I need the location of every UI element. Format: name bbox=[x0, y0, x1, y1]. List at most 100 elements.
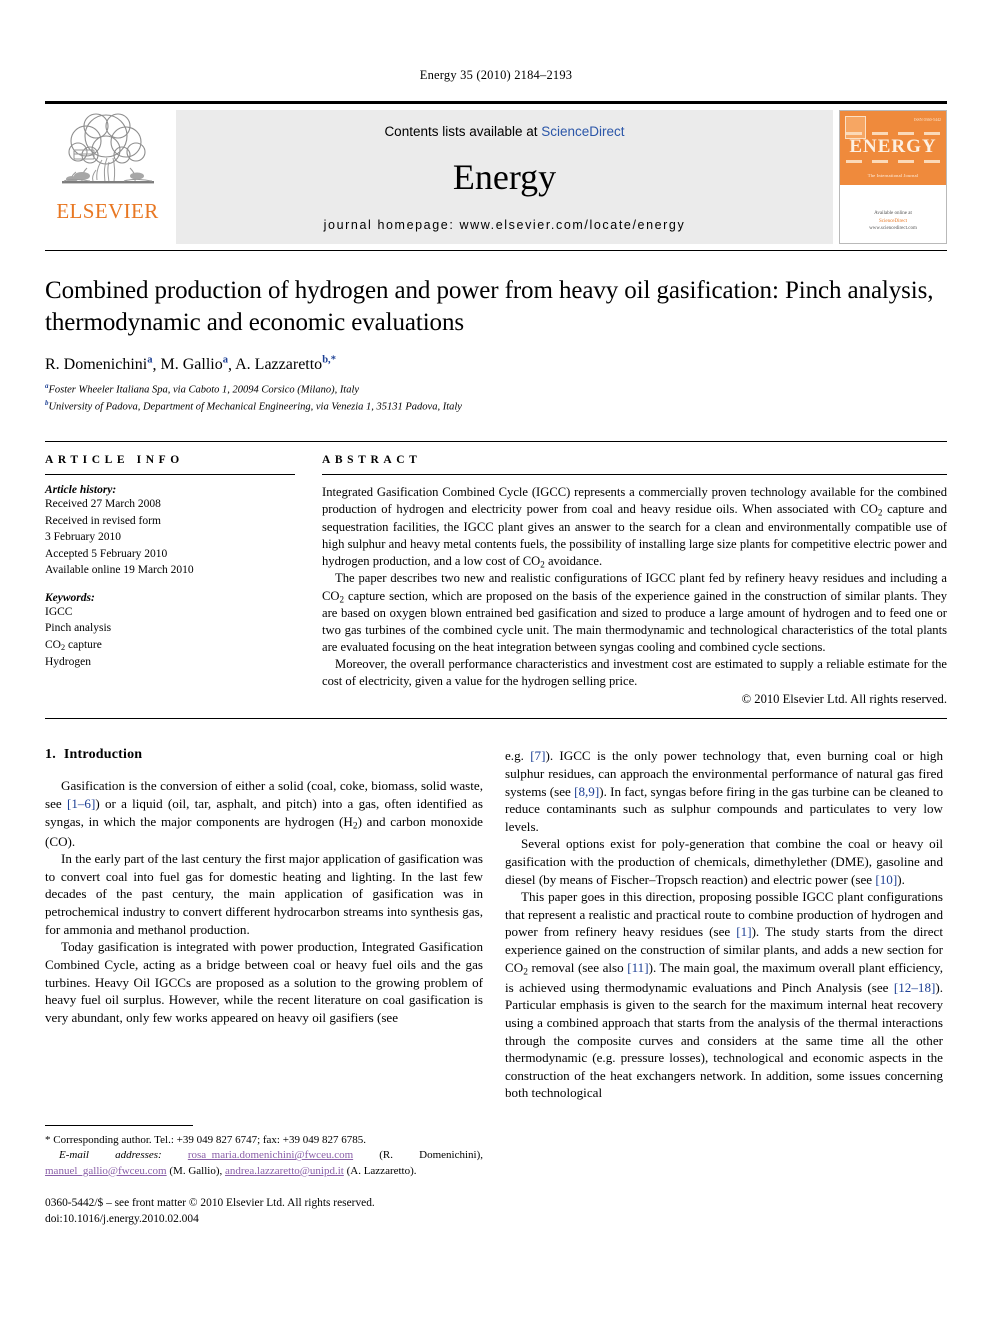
doi-line: doi:10.1016/j.energy.2010.02.004 bbox=[45, 1213, 199, 1226]
corresponding-author-note: * Corresponding author. Tel.: +39 049 82… bbox=[45, 1133, 483, 1148]
issn-front-matter: 0360-5442/$ – see front matter © 2010 El… bbox=[45, 1197, 375, 1210]
keyword-item: Pinch analysis bbox=[45, 622, 112, 635]
abstract-paragraph: The paper describes two new and realisti… bbox=[322, 571, 947, 655]
running-head: Energy 35 (2010) 2184–2193 bbox=[419, 68, 573, 82]
section-number: 1. bbox=[45, 747, 56, 763]
keyword-item: CO2 capture bbox=[45, 638, 102, 653]
abstract-heading: ABSTRACT bbox=[322, 454, 422, 467]
journal-cover-thumbnail[interactable]: ISSN 0360-5442 ENERGY The International … bbox=[839, 110, 947, 244]
title-block: Combined production of hydrogen and powe… bbox=[45, 251, 947, 415]
author-name: M. Gallio bbox=[160, 356, 223, 374]
citation-link[interactable]: [7] bbox=[530, 748, 545, 763]
cover-issn: ISSN 0360-5442 bbox=[913, 117, 941, 122]
elsevier-wordmark: ELSEVIER bbox=[56, 199, 159, 223]
cover-provider: ScienceDirect bbox=[878, 218, 908, 224]
author-name: A. Lazzaretto bbox=[235, 356, 323, 374]
article-history-title: Article history: bbox=[45, 484, 117, 497]
cover-topic-row-bottom bbox=[846, 160, 940, 163]
citation-link[interactable]: [12–18] bbox=[894, 980, 935, 995]
article-history-list: Received 27 March 2008 Received in revis… bbox=[45, 496, 295, 579]
article-info-column: ARTICLE INFO Article history: Received 2… bbox=[45, 454, 295, 707]
sciencedirect-link[interactable]: ScienceDirect bbox=[541, 124, 624, 139]
citation-link[interactable]: [10] bbox=[875, 872, 897, 887]
article-body: 1. Introduction Gasification is the conve… bbox=[45, 747, 947, 1227]
introduction-left-text: Gasification is the conversion of either… bbox=[45, 777, 483, 1026]
email-note: E-mail addresses: rosa_maria.domenichini… bbox=[45, 1148, 483, 1179]
cover-available-online: Available online at bbox=[874, 211, 912, 217]
contents-available-line: Contents lists available at ScienceDirec… bbox=[176, 124, 833, 139]
cover-sciencedirect-credit: Available online at ScienceDirect www.sc… bbox=[840, 210, 946, 233]
affiliation-list: aFoster Wheeler Italiana Spa, via Caboto… bbox=[45, 382, 947, 415]
email-owner: (M. Gallio), bbox=[169, 1164, 223, 1177]
cover-top-panel: ISSN 0360-5442 ENERGY The International … bbox=[840, 111, 946, 185]
section-heading-introduction: 1. Introduction bbox=[45, 747, 483, 763]
introduction-right-text: e.g. [7]). IGCC is the only power techno… bbox=[505, 747, 943, 1102]
author-separator: , bbox=[152, 356, 161, 374]
paragraph: Today gasification is integrated with po… bbox=[45, 939, 483, 1025]
citation-link[interactable]: [11] bbox=[627, 960, 648, 975]
abstract-paragraph: Moreover, the overall performance charac… bbox=[322, 657, 947, 689]
journal-title: Energy bbox=[452, 156, 557, 197]
abstract-body: Integrated Gasification Combined Cycle (… bbox=[322, 484, 947, 690]
article-info-rule bbox=[45, 474, 295, 476]
history-item: Received 27 March 2008 bbox=[45, 498, 161, 511]
cover-journal-title: ENERGY bbox=[849, 136, 937, 158]
affiliation-item: bUniversity of Padova, Department of Mec… bbox=[45, 399, 947, 415]
abstract-column: ABSTRACT Integrated Gasification Combine… bbox=[322, 454, 947, 707]
email-link[interactable]: rosa_maria.domenichini@fwceu.com bbox=[188, 1149, 353, 1161]
abstract-bottom-rule bbox=[45, 718, 947, 720]
imprint-block: 0360-5442/$ – see front matter © 2010 El… bbox=[45, 1195, 483, 1227]
paragraph: In the early part of the last century th… bbox=[45, 851, 483, 937]
paragraph: Gasification is the conversion of either… bbox=[45, 778, 483, 849]
cover-subtitle: The International Journal bbox=[867, 172, 919, 178]
affiliation-text: Foster Wheeler Italiana Spa, via Caboto … bbox=[48, 384, 360, 396]
author-item: R. Domenichinia bbox=[45, 355, 153, 374]
citation-link[interactable]: [8,9] bbox=[574, 784, 599, 799]
body-column-right: e.g. [7]). IGCC is the only power techno… bbox=[505, 747, 943, 1227]
journal-homepage-link[interactable]: journal homepage: www.elsevier.com/locat… bbox=[176, 218, 833, 232]
elsevier-logo: ELSEVIER bbox=[45, 104, 170, 250]
email-link[interactable]: andrea.lazzaretto@unipd.it bbox=[225, 1165, 344, 1177]
author-name: R. Domenichini bbox=[45, 356, 148, 374]
article-info-heading: ARTICLE INFO bbox=[45, 454, 184, 467]
contents-prefix: Contents lists available at bbox=[384, 124, 542, 139]
history-item: 3 February 2010 bbox=[45, 531, 122, 544]
affiliation-text: University of Padova, Department of Mech… bbox=[48, 401, 462, 413]
page-title: Combined production of hydrogen and powe… bbox=[45, 277, 934, 336]
cover-bottom-panel: Available online at ScienceDirect www.sc… bbox=[840, 184, 946, 243]
author-item: A. Lazzarettob,* bbox=[235, 355, 336, 374]
cover-provider-url: www.sciencedirect.com bbox=[869, 226, 917, 232]
journal-band: Contents lists available at ScienceDirec… bbox=[176, 110, 833, 244]
keywords-title: Keywords: bbox=[45, 591, 95, 604]
paragraph: This paper goes in this direction, propo… bbox=[505, 889, 943, 1101]
keywords-list: IGCC Pinch analysis CO2 capture Hydrogen bbox=[45, 604, 295, 671]
citation-link[interactable]: [1] bbox=[736, 924, 751, 939]
citation-link[interactable]: [1–6] bbox=[67, 796, 95, 811]
body-column-left: 1. Introduction Gasification is the conve… bbox=[45, 747, 483, 1227]
elsevier-tree-icon bbox=[61, 113, 154, 184]
affiliation-item: aFoster Wheeler Italiana Spa, via Caboto… bbox=[45, 382, 947, 398]
email-link[interactable]: manuel_gallio@fwceu.com bbox=[45, 1165, 167, 1177]
cover-topic-row-top bbox=[846, 132, 940, 135]
keyword-item: IGCC bbox=[45, 605, 73, 618]
footnote-zone: * Corresponding author. Tel.: +39 049 82… bbox=[45, 1124, 483, 1228]
history-item: Accepted 5 February 2010 bbox=[45, 547, 168, 560]
article-page: Energy 35 (2010) 2184–2193 ELSEVIER Cont… bbox=[0, 0, 992, 1323]
abstract-copyright: © 2010 Elsevier Ltd. All rights reserved… bbox=[741, 692, 947, 707]
corresponding-author-text: * Corresponding author. Tel.: +39 049 82… bbox=[45, 1133, 366, 1146]
footnote-rule bbox=[45, 1124, 193, 1126]
author-item: M. Gallioa bbox=[160, 355, 229, 374]
keyword-item: Hydrogen bbox=[45, 655, 91, 668]
paragraph: e.g. [7]). IGCC is the only power techno… bbox=[505, 748, 943, 834]
author-affiliation-marker[interactable]: b,* bbox=[322, 355, 336, 366]
info-abstract-section: ARTICLE INFO Article history: Received 2… bbox=[45, 441, 947, 707]
history-item: Received in revised form bbox=[45, 514, 161, 527]
email-owner: (A. Lazzaretto). bbox=[346, 1164, 417, 1177]
keywords-block: Keywords: IGCC Pinch analysis CO2 captur… bbox=[45, 592, 295, 671]
email-label: E-mail addresses: bbox=[59, 1149, 162, 1162]
abstract-paragraph: Integrated Gasification Combined Cycle (… bbox=[322, 485, 947, 570]
history-item: Available online 19 March 2010 bbox=[45, 564, 194, 577]
journal-masthead: ELSEVIER Contents lists available at Sci… bbox=[45, 101, 947, 250]
abstract-rule bbox=[322, 474, 947, 476]
author-list: R. Domenichinia, M. Gallioa, A. Lazzaret… bbox=[45, 355, 947, 374]
